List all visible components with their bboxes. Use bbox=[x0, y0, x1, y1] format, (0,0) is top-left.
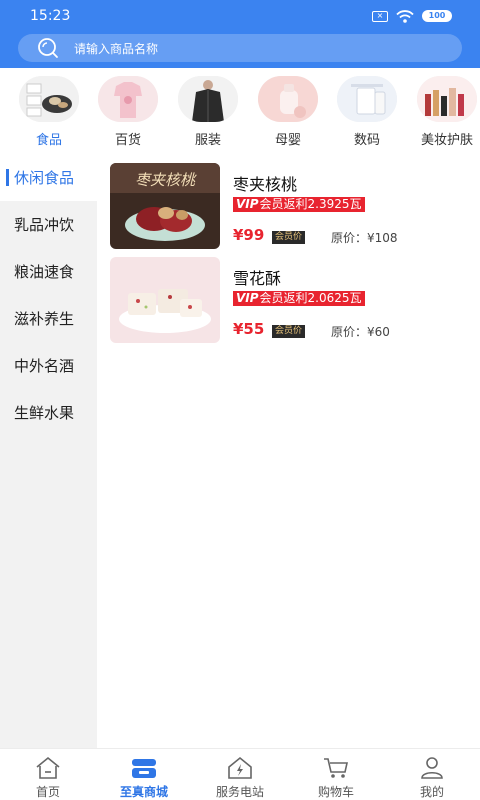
category-beauty-image bbox=[417, 76, 477, 122]
product-price: ¥55 bbox=[233, 320, 265, 338]
product-name: 枣夹核桃 bbox=[233, 175, 298, 194]
category-food[interactable]: 食品 bbox=[16, 76, 82, 148]
category-clothing-image bbox=[178, 76, 238, 122]
power-station-icon bbox=[228, 756, 252, 779]
vip-rebate-badge: VIP会员返利2.3925瓦 bbox=[233, 197, 365, 212]
category-food-image bbox=[19, 76, 79, 122]
category-digital-image bbox=[337, 76, 397, 122]
cart-icon bbox=[324, 758, 348, 778]
sidebar-item-dairy[interactable]: 乳品冲饮 bbox=[0, 201, 97, 248]
product-image: 枣夹核桃 bbox=[110, 163, 220, 249]
tab-profile[interactable]: 我的 bbox=[384, 749, 480, 800]
sidebar-item-grain-oil[interactable]: 粮油速食 bbox=[0, 248, 97, 295]
category-label: 百货 bbox=[114, 133, 141, 148]
product-image-title: 枣夹核桃 bbox=[135, 171, 197, 189]
status-time: 15:23 bbox=[30, 8, 71, 24]
product-price: ¥99 bbox=[233, 226, 265, 244]
tab-label: 我的 bbox=[419, 785, 444, 799]
original-price: 原价：¥60 bbox=[331, 325, 390, 339]
category-goods[interactable]: 百货 bbox=[95, 76, 161, 148]
original-price: 原价：¥108 bbox=[331, 231, 398, 245]
category-clothing[interactable]: 服装 bbox=[175, 76, 241, 148]
category-maternity[interactable]: 母婴 bbox=[255, 76, 321, 148]
tab-label: 首页 bbox=[35, 785, 60, 799]
home-icon bbox=[36, 756, 60, 779]
product-name: 雪花酥 bbox=[233, 269, 282, 288]
tab-label: 至真商城 bbox=[119, 785, 168, 799]
category-goods-image bbox=[98, 76, 158, 122]
subcategory-sidebar: 休闲食品 乳品冲饮 粮油速食 滋补养生 中外名酒 生鲜水果 bbox=[0, 154, 97, 748]
product-list: 枣夹核桃 枣夹核桃 VIP会员返利2.3925瓦 ¥99 会员价 原价：¥108 bbox=[97, 154, 480, 748]
battery-icon: 100 bbox=[422, 10, 452, 22]
search-icon bbox=[38, 38, 58, 58]
tab-home[interactable]: 首页 bbox=[0, 749, 96, 800]
category-label: 母婴 bbox=[274, 133, 301, 148]
search-input[interactable]: 请输入商品名称 bbox=[18, 34, 462, 62]
product-image bbox=[110, 257, 220, 343]
tab-label: 服务电站 bbox=[215, 785, 264, 799]
bottom-tab-bar: 首页 至真商城 服务电站 购物车 我的 bbox=[0, 748, 480, 800]
sidebar-item-snacks[interactable]: 休闲食品 bbox=[0, 154, 97, 201]
category-label: 食品 bbox=[35, 133, 62, 148]
sidebar-item-fresh-fruit[interactable]: 生鲜水果 bbox=[0, 389, 97, 436]
wifi-icon bbox=[396, 9, 414, 23]
no-sim-icon: × bbox=[372, 10, 388, 22]
app-header: 15:23 × 100 请输入商品名称 bbox=[0, 0, 480, 68]
tab-store[interactable]: 至真商城 bbox=[96, 749, 192, 800]
sidebar-item-health[interactable]: 滋补养生 bbox=[0, 295, 97, 342]
tab-power-station[interactable]: 服务电站 bbox=[192, 749, 288, 800]
product-card[interactable]: 雪花酥 VIP会员返利2.0625瓦 ¥55 会员价 原价：¥60 bbox=[110, 257, 470, 343]
profile-icon bbox=[421, 757, 443, 779]
category-label: 服装 bbox=[194, 133, 221, 148]
vip-rebate-badge: VIP会员返利2.0625瓦 bbox=[233, 291, 365, 306]
category-digital[interactable]: 数码 bbox=[334, 76, 400, 148]
category-row: 食品 百货 服装 母婴 数码 美妆护肤 bbox=[0, 68, 480, 154]
store-icon bbox=[132, 759, 156, 778]
category-label: 数码 bbox=[353, 133, 380, 148]
member-price-tag: 会员价 bbox=[272, 325, 306, 338]
category-maternity-image bbox=[258, 76, 318, 122]
category-label: 美妆护肤 bbox=[420, 133, 473, 148]
status-bar: 15:23 × 100 bbox=[0, 0, 480, 32]
member-price-tag: 会员价 bbox=[272, 231, 306, 244]
sidebar-item-liquor[interactable]: 中外名酒 bbox=[0, 342, 97, 389]
tab-label: 购物车 bbox=[317, 785, 354, 799]
category-beauty[interactable]: 美妆护肤 bbox=[414, 76, 480, 148]
product-card[interactable]: 枣夹核桃 枣夹核桃 VIP会员返利2.3925瓦 ¥99 会员价 原价：¥108 bbox=[110, 163, 470, 249]
tab-cart[interactable]: 购物车 bbox=[288, 749, 384, 800]
status-icons: × 100 bbox=[372, 9, 452, 23]
search-placeholder: 请输入商品名称 bbox=[74, 41, 159, 56]
